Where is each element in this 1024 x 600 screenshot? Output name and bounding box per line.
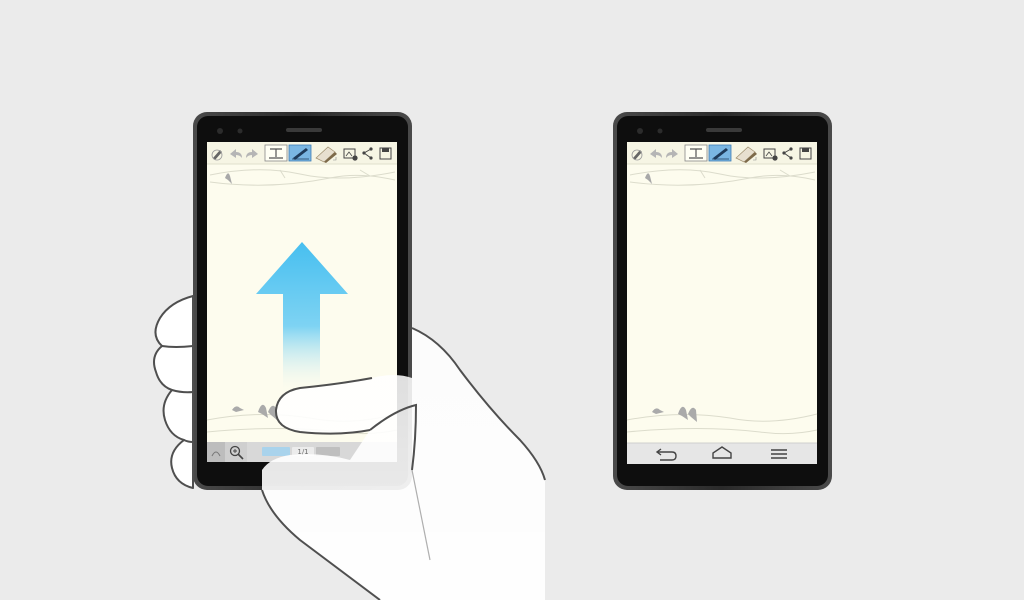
left-toolbar <box>207 142 397 165</box>
page-next-button[interactable] <box>316 447 340 456</box>
instruction-illustration: 1/1 <box>0 0 1024 600</box>
illustration-canvas: 1/1 <box>153 112 832 600</box>
text-mode-icon[interactable] <box>684 144 708 162</box>
right-sensor-icon <box>657 128 663 134</box>
zoom-icon[interactable] <box>225 442 247 462</box>
left-speaker <box>286 128 322 132</box>
page-prev-button[interactable] <box>262 447 290 456</box>
text-mode-icon[interactable] <box>264 144 288 162</box>
left-sensor-icon <box>237 128 243 134</box>
right-camera-icon <box>637 128 643 134</box>
right-phone <box>613 112 832 490</box>
right-nav-bar <box>627 442 817 464</box>
pen-mode-icon[interactable] <box>288 144 312 162</box>
left-camera-icon <box>217 128 223 134</box>
right-speaker <box>706 128 742 132</box>
pen-mode-icon[interactable] <box>708 144 732 162</box>
right-toolbar <box>627 142 817 165</box>
